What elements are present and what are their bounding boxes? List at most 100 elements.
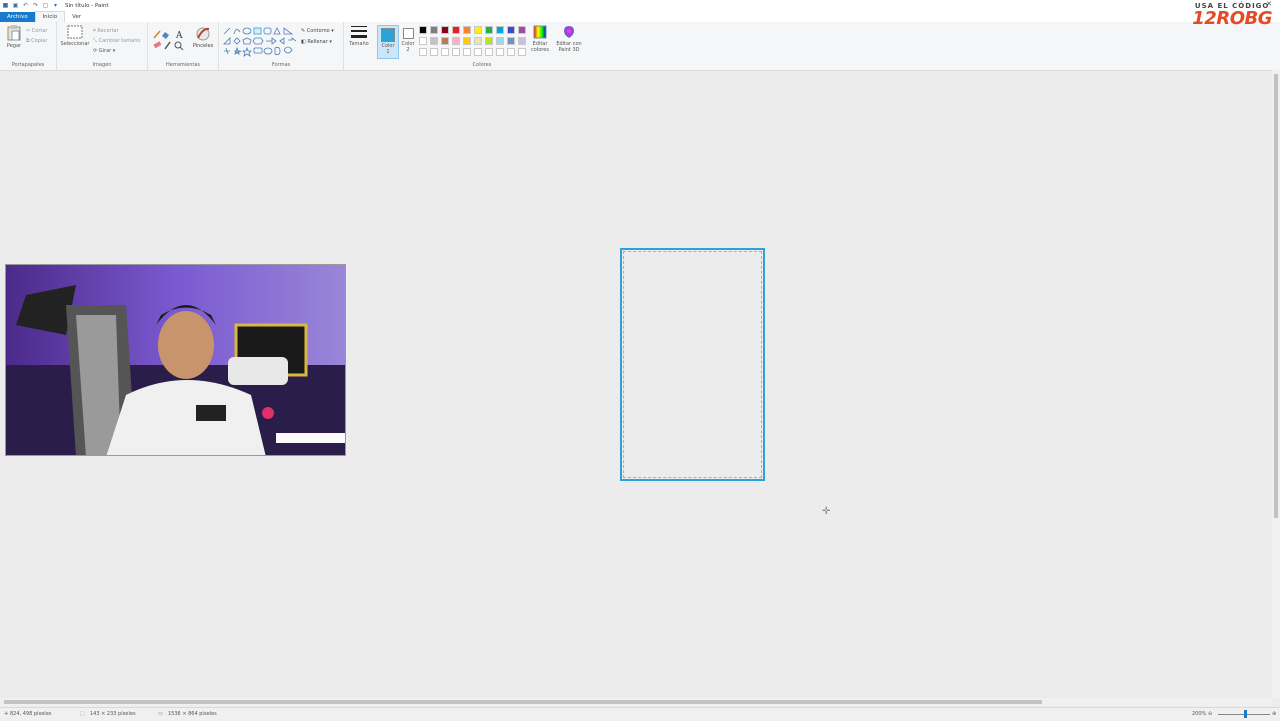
palette-swatch[interactable] (452, 37, 460, 45)
palette-swatch[interactable] (452, 26, 460, 34)
webcam-image (6, 265, 345, 455)
palette-swatch[interactable] (485, 48, 493, 56)
paste-icon (7, 25, 21, 41)
crop-button[interactable]: ⌗ Recortar (93, 28, 119, 34)
crosshair-cursor-icon: ✛ (822, 506, 831, 517)
size-button[interactable]: Tamaño (347, 25, 371, 47)
palette-swatch[interactable] (430, 37, 438, 45)
text-icon: A (175, 31, 183, 41)
magnifier-icon (174, 41, 184, 51)
palette-swatch[interactable] (518, 37, 526, 45)
tab-archivo[interactable]: Archivo (0, 12, 35, 22)
pencil-icon (153, 30, 161, 39)
palette-swatch[interactable] (496, 26, 504, 34)
color2-swatch (402, 28, 414, 39)
palette-swatch[interactable] (518, 48, 526, 56)
palette-swatch[interactable] (419, 26, 427, 34)
palette-swatch[interactable] (474, 48, 482, 56)
palette-swatch[interactable] (441, 37, 449, 45)
status-bar: ✛ 824, 498 píxeles ⬚ 143 × 233 píxeles ▭… (0, 707, 1280, 721)
paste-button[interactable]: Pegar (4, 25, 24, 49)
palette-swatch[interactable] (441, 48, 449, 56)
group-label-shapes: Formas (271, 62, 291, 68)
palette-swatch[interactable] (452, 48, 460, 56)
cursor-position-icon: ✛ (4, 711, 9, 717)
palette-swatch[interactable] (463, 48, 471, 56)
palette-swatch[interactable] (463, 26, 471, 34)
palette-swatch[interactable] (496, 37, 504, 45)
fill-button[interactable]: ◧ Rellenar ▾ (301, 39, 332, 45)
palette-swatch[interactable] (474, 26, 482, 34)
paint3d-icon (564, 26, 574, 38)
line-size-icon (351, 26, 367, 38)
palette-swatch[interactable] (463, 37, 471, 45)
palette-swatch[interactable] (485, 26, 493, 34)
palette-swatch[interactable] (430, 48, 438, 56)
palette-swatch[interactable] (485, 37, 493, 45)
tab-inicio[interactable]: Inicio (34, 11, 66, 22)
zoom-out-icon[interactable]: ⊖ (1208, 711, 1212, 717)
color-wheel-icon (533, 25, 547, 39)
svg-text:A: A (175, 31, 183, 41)
palette-swatch[interactable] (430, 26, 438, 34)
brushes-button[interactable]: Pinceles (190, 25, 216, 49)
promo-overlay: USA EL CÓDIGO 12ROBG (1192, 3, 1272, 28)
palette-swatch[interactable] (507, 37, 515, 45)
dropdown-icon[interactable]: ▾ (52, 2, 59, 9)
palette-swatch[interactable] (507, 26, 515, 34)
cut-button[interactable]: ✂ Cortar (26, 28, 47, 34)
zoom-in-icon[interactable]: ⊕ (1272, 711, 1276, 717)
color1-button[interactable]: Color 1 (377, 25, 399, 59)
group-tools: A Pinceles Herramientas (148, 22, 219, 70)
fill-icon (162, 32, 169, 39)
color-picker-icon (164, 41, 171, 50)
resize-button[interactable]: ⤡ Cambiar tamaño (93, 38, 140, 44)
selection-rectangle[interactable] (620, 248, 765, 481)
palette-swatch[interactable] (518, 26, 526, 34)
copy-button[interactable]: ⧉ Copiar (26, 38, 47, 44)
image-size-icon: ▭ (158, 711, 163, 717)
new-icon[interactable]: ▢ (42, 2, 49, 9)
rotate-button[interactable]: ⟳ Girar ▾ (93, 48, 115, 54)
save-icon[interactable]: ▣ (12, 2, 19, 9)
group-image: Seleccionar ⌗ Recortar ⤡ Cambiar tamaño … (57, 22, 148, 70)
group-shapes: ✎ Contorno ▾ ◧ Rellenar ▾ Formas (219, 22, 344, 70)
horizontal-scrollbar[interactable] (0, 698, 1272, 706)
paint-app-icon[interactable]: ■ (2, 2, 9, 9)
undo-icon[interactable]: ↶ (22, 2, 29, 9)
group-label-tools: Herramientas (165, 62, 201, 68)
zoom-slider-knob[interactable] (1244, 710, 1247, 718)
vertical-scrollbar[interactable] (1272, 70, 1280, 698)
eraser-icon (153, 41, 162, 49)
tab-ver[interactable]: Ver (65, 12, 88, 22)
ribbon: Pegar ✂ Cortar ⧉ Copiar Portapapeles Sel… (0, 22, 1280, 71)
palette-swatch[interactable] (474, 37, 482, 45)
shapes-gallery[interactable] (222, 26, 296, 58)
palette-swatch[interactable] (419, 48, 427, 56)
paint3d-button[interactable]: Editar con Paint 3D (554, 25, 584, 53)
cursor-position: 824, 498 píxeles (10, 711, 52, 717)
zoom-level: 200% (1192, 711, 1207, 717)
outline-button[interactable]: ✎ Contorno ▾ (301, 28, 334, 34)
color2-button[interactable]: Color 2 (399, 25, 417, 53)
redo-icon[interactable]: ↷ (32, 2, 39, 9)
image-size: 1536 × 864 píxeles (168, 711, 217, 717)
edit-colors-button[interactable]: Editar colores (527, 25, 553, 53)
select-button[interactable]: Seleccionar (59, 25, 91, 47)
ribbon-tabs: Archivo Inicio Ver (0, 11, 1280, 22)
palette-swatch[interactable] (496, 48, 504, 56)
promo-code: 12ROBG (1192, 8, 1272, 29)
color-palette (419, 26, 527, 57)
horizontal-scroll-thumb[interactable] (4, 700, 1042, 704)
palette-swatch[interactable] (419, 37, 427, 45)
webcam-overlay (5, 264, 346, 456)
color1-swatch (381, 28, 395, 42)
tools-icons[interactable]: A (152, 28, 186, 52)
palette-swatch[interactable] (441, 26, 449, 34)
window-title: Sin título - Paint (65, 2, 109, 9)
vertical-scroll-thumb[interactable] (1274, 74, 1278, 518)
group-label-clipboard: Portapapeles (11, 62, 45, 68)
palette-swatch[interactable] (507, 48, 515, 56)
brush-icon (196, 27, 210, 41)
group-clipboard: Pegar ✂ Cortar ⧉ Copiar Portapapeles (0, 22, 57, 70)
